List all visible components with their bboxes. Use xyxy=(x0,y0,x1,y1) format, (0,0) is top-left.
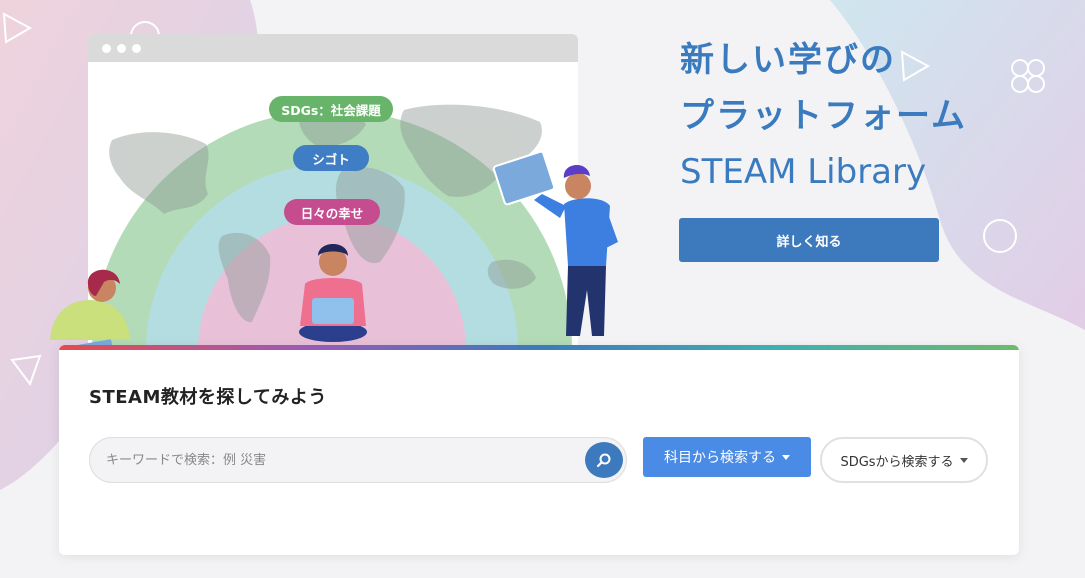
sitting-person-figure xyxy=(299,244,367,342)
search-icon xyxy=(596,453,611,468)
keyword-search-input[interactable] xyxy=(106,438,576,482)
rainbow-divider xyxy=(59,345,1019,350)
woman-figure xyxy=(50,269,130,353)
search-panel-title: STEAM教材を探してみよう xyxy=(89,387,327,408)
keyword-search-box xyxy=(89,437,627,483)
subject-search-label: 科目から検索する xyxy=(664,450,776,466)
caret-down-icon xyxy=(782,454,790,460)
standing-person-figure xyxy=(492,150,618,336)
sdgs-search-label: SDGsから検索する xyxy=(840,454,954,470)
search-panel: STEAM教材を探してみよう 科目から検索する SDGsから検索する xyxy=(59,345,1019,555)
search-submit-button[interactable] xyxy=(585,442,623,478)
subject-search-dropdown[interactable]: 科目から検索する xyxy=(643,437,811,477)
sdgs-search-dropdown[interactable]: SDGsから検索する xyxy=(820,437,988,483)
caret-down-icon xyxy=(959,457,968,463)
